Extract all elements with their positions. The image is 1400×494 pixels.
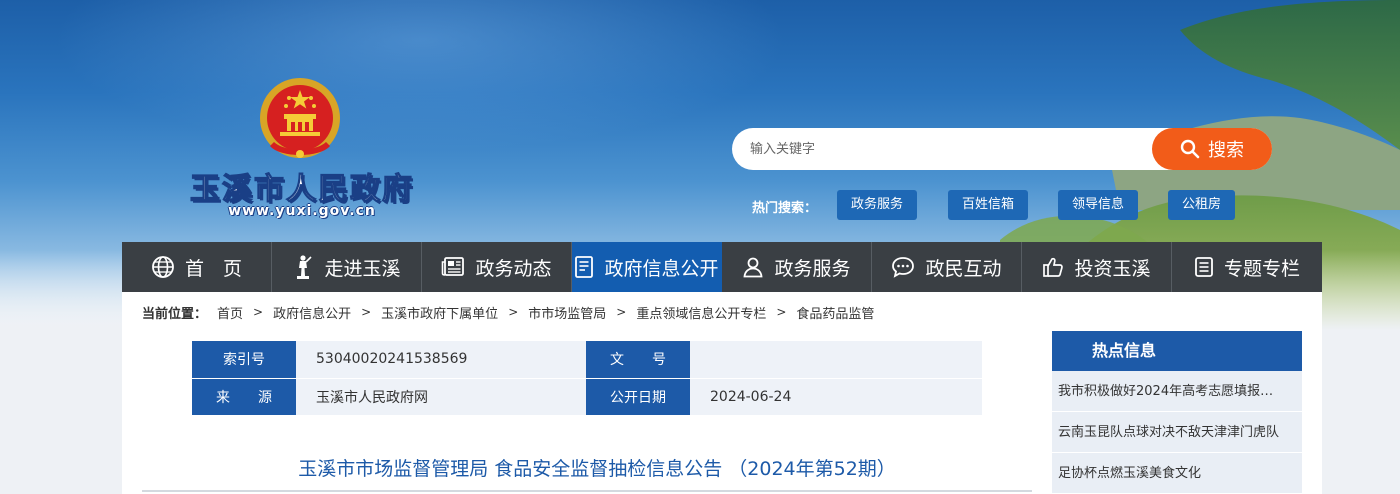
- document-icon: [575, 256, 594, 278]
- site-name: 玉溪市人民政府: [189, 171, 414, 207]
- chat-icon: [892, 257, 915, 278]
- table-row: 来 源 玉溪市人民政府网 公开日期 2024-06-24: [192, 378, 982, 416]
- thumbs-up-icon: [1043, 257, 1064, 277]
- source-label: 来 源: [192, 378, 296, 416]
- publish-date-value: 2024-06-24: [690, 378, 982, 416]
- site-logo[interactable]: 玉溪市人民政府 www.yuxi.gov.cn: [186, 76, 418, 226]
- nav-label: 政府信息公开: [604, 257, 719, 280]
- list-item[interactable]: 云南玉昆队点球对决不敌天津津门虎队: [1052, 412, 1302, 453]
- article-title: 玉溪市市场监督管理局 食品安全监督抽检信息公告 （2024年第52期）: [298, 458, 896, 480]
- nav-item-invest[interactable]: 投资玉溪: [1022, 242, 1172, 292]
- nav-label: 走进玉溪: [324, 257, 401, 280]
- breadcrumb-separator-icon: >: [776, 305, 787, 319]
- nav-label: 政务服务: [774, 257, 851, 280]
- nav-label: 政务动态: [475, 257, 552, 280]
- document-number-label: 文 号: [586, 341, 690, 379]
- breadcrumb-separator-icon: >: [508, 305, 519, 319]
- document-metadata-table: 索引号 53040020241538569 文 号 来 源 玉溪市人民政府网 公…: [192, 341, 982, 416]
- nav-item-interaction[interactable]: 政民互动: [872, 242, 1022, 292]
- user-icon: [743, 257, 763, 278]
- table-row: 索引号 53040020241538569 文 号: [192, 341, 982, 379]
- nav-item-special[interactable]: 专题专栏: [1172, 242, 1322, 292]
- national-emblem-icon: [260, 78, 340, 158]
- document-number-value: [690, 341, 982, 379]
- breadcrumb-key-areas[interactable]: 重点领域信息公开专栏: [636, 303, 766, 322]
- nav-item-home[interactable]: 首 页: [122, 242, 272, 292]
- nav-label: 专题专栏: [1223, 257, 1300, 280]
- search-icon: [1180, 139, 1200, 159]
- nav-label: 投资玉溪: [1074, 257, 1151, 280]
- hot-tag-public-housing[interactable]: 公租房: [1168, 190, 1236, 220]
- index-number-value: 53040020241538569: [296, 341, 586, 379]
- main-nav: 首 页 走进玉溪 政务动态 政府信息公开 政务服务 政民互动 投资玉溪 专题专栏: [122, 242, 1322, 292]
- breadcrumb-market-regulation[interactable]: 市市场监管局: [528, 303, 606, 322]
- breadcrumb-home[interactable]: 首页: [217, 303, 243, 322]
- globe-icon: [152, 256, 174, 278]
- search-button[interactable]: 搜索: [1152, 128, 1272, 170]
- search-button-label: 搜索: [1208, 140, 1244, 161]
- nav-label: 首 页: [184, 257, 242, 280]
- newspaper-icon: [442, 257, 465, 276]
- source-value: 玉溪市人民政府网: [296, 378, 586, 416]
- breadcrumb-gov-info[interactable]: 政府信息公开: [273, 303, 351, 322]
- site-url: www.yuxi.gov.cn: [228, 203, 376, 219]
- sidebar-title: 热点信息: [1052, 331, 1302, 371]
- breadcrumb-separator-icon: >: [253, 305, 264, 319]
- hot-tag-government-service[interactable]: 政务服务: [837, 190, 918, 220]
- breadcrumb-separator-icon: >: [361, 305, 372, 319]
- index-number-label: 索引号: [192, 341, 296, 379]
- nav-label: 政民互动: [925, 257, 1002, 280]
- publish-date-label: 公开日期: [586, 378, 690, 416]
- search-input[interactable]: [750, 128, 1150, 170]
- hot-tag-leaders[interactable]: 领导信息: [1058, 190, 1139, 220]
- breadcrumb-subordinate-units[interactable]: 玉溪市政府下属单位: [381, 303, 498, 322]
- nav-item-services[interactable]: 政务服务: [722, 242, 872, 292]
- hot-tag-mailbox[interactable]: 百姓信箱: [948, 190, 1029, 220]
- breadcrumb: 当前位置： 首页 > 政府信息公开 > 玉溪市政府下属单位 > 市市场监管局 >…: [142, 302, 874, 322]
- nav-item-gov-info[interactable]: 政府信息公开: [572, 242, 722, 292]
- hot-search-label: 热门搜索：: [752, 201, 818, 216]
- list-item[interactable]: 足协杯点燃玉溪美食文化: [1052, 453, 1302, 494]
- breadcrumb-lead: 当前位置：: [142, 306, 208, 322]
- title-divider: [142, 490, 1032, 492]
- search-bar: 搜索: [732, 128, 1272, 170]
- list-icon: [1195, 257, 1213, 277]
- breadcrumb-separator-icon: >: [616, 305, 627, 319]
- nav-item-about-yuxi[interactable]: 走进玉溪: [272, 242, 422, 292]
- statue-icon: [297, 255, 313, 279]
- nav-item-news[interactable]: 政务动态: [422, 242, 572, 292]
- breadcrumb-food-drug[interactable]: 食品药品监管: [796, 303, 874, 322]
- list-item[interactable]: 我市积极做好2024年高考志愿填报…: [1052, 371, 1302, 412]
- hot-info-sidebar: 热点信息 我市积极做好2024年高考志愿填报… 云南玉昆队点球对决不敌天津津门虎…: [1052, 331, 1302, 494]
